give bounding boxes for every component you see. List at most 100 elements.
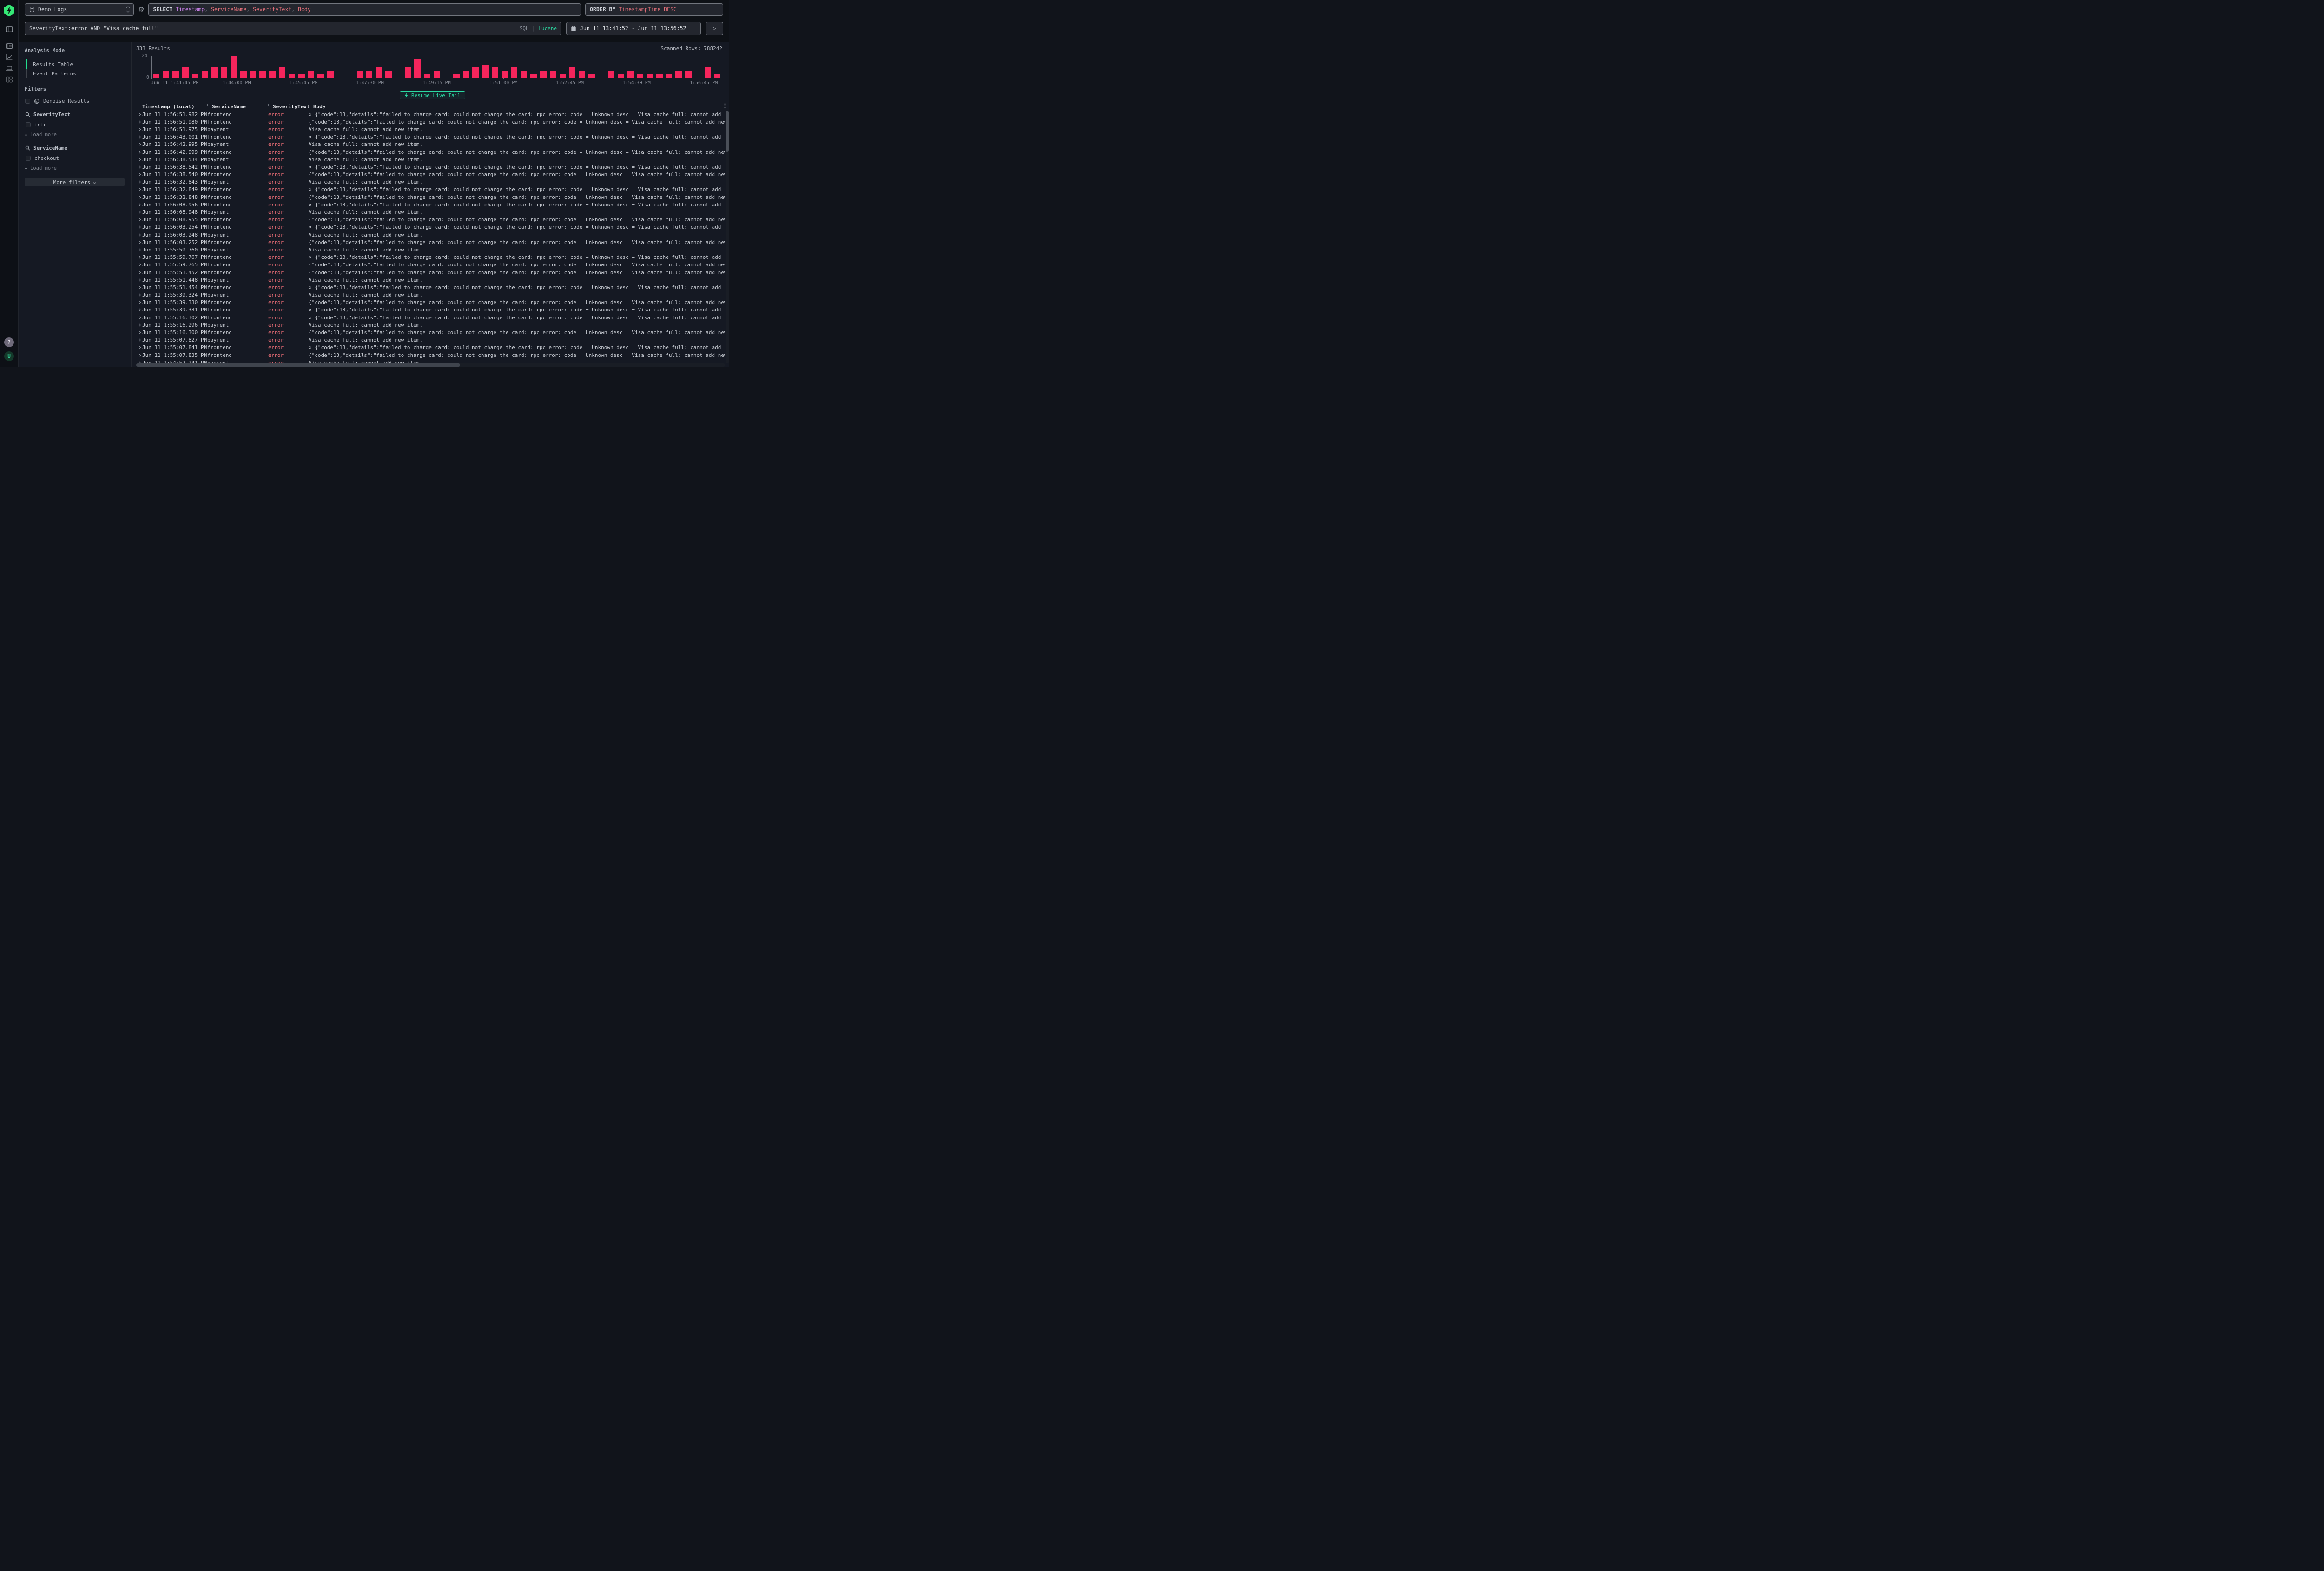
histogram-bar[interactable] — [579, 71, 585, 78]
row-expand-chevron-icon[interactable] — [138, 338, 141, 342]
row-expand-chevron-icon[interactable] — [138, 263, 141, 266]
tab-results-table[interactable]: Results Table — [26, 59, 125, 69]
table-row[interactable]: Jun 11 1:55:59.765 PMfrontenderror{"code… — [136, 261, 725, 269]
table-row[interactable]: Jun 11 1:55:07.835 PMfrontenderror{"code… — [136, 351, 725, 359]
histogram-bar[interactable] — [366, 71, 372, 78]
vertical-scrollbar-thumb[interactable] — [726, 111, 729, 152]
histogram-bar[interactable] — [618, 74, 624, 78]
row-expand-chevron-icon[interactable] — [138, 211, 141, 214]
histogram-bar[interactable] — [327, 71, 334, 78]
histogram-bar[interactable] — [637, 74, 643, 78]
histogram-bar[interactable] — [705, 67, 711, 78]
histogram-bar[interactable] — [502, 71, 508, 78]
column-header-severitytext[interactable]: SeverityText — [268, 103, 309, 110]
table-row[interactable]: Jun 11 1:55:59.760 PMpaymenterrorVisa ca… — [136, 246, 725, 253]
table-row[interactable]: Jun 11 1:56:32.848 PMfrontenderror{"code… — [136, 193, 725, 201]
row-expand-chevron-icon[interactable] — [138, 248, 141, 251]
column-header-servicename[interactable]: ServiceName — [207, 103, 268, 110]
histogram-bar[interactable] — [424, 74, 430, 78]
source-selector[interactable]: Demo Logs — [25, 3, 134, 16]
gear-icon[interactable]: ⚙ — [138, 6, 144, 13]
histogram-bar[interactable] — [647, 74, 653, 78]
table-row[interactable]: Jun 11 1:56:43.001 PMfrontenderror× {"co… — [136, 133, 725, 141]
table-row[interactable]: Jun 11 1:56:38.534 PMpaymenterrorVisa ca… — [136, 156, 725, 163]
histogram-bar[interactable] — [163, 71, 169, 78]
run-query-button[interactable]: ▷ — [706, 22, 723, 35]
table-row[interactable]: Jun 11 1:56:42.995 PMpaymenterrorVisa ca… — [136, 141, 725, 148]
histogram-bar[interactable] — [550, 71, 556, 78]
user-avatar[interactable]: U — [4, 351, 14, 361]
table-row[interactable]: Jun 11 1:56:08.955 PMfrontenderror{"code… — [136, 216, 725, 224]
load-more-severitytext[interactable]: Load more — [25, 132, 125, 138]
table-options-icon[interactable]: ⋮ — [722, 103, 727, 109]
resume-live-tail-button[interactable]: Resume Live Tail — [400, 91, 465, 99]
histogram-bar[interactable] — [317, 74, 324, 78]
table-row[interactable]: Jun 11 1:56:38.542 PMfrontenderror× {"co… — [136, 163, 725, 171]
histogram-bar[interactable] — [259, 71, 266, 78]
row-expand-chevron-icon[interactable] — [138, 135, 141, 139]
histogram-bar[interactable] — [405, 67, 411, 78]
load-more-servicename[interactable]: Load more — [25, 165, 125, 171]
histogram-bar[interactable] — [279, 67, 285, 78]
table-row[interactable]: Jun 11 1:55:39.324 PMpaymenterrorVisa ca… — [136, 291, 725, 299]
column-resize-handle[interactable] — [268, 104, 269, 109]
histogram-bar[interactable] — [298, 74, 305, 78]
histogram-bar[interactable] — [492, 67, 498, 78]
table-row[interactable]: Jun 11 1:56:08.948 PMpaymenterrorVisa ca… — [136, 208, 725, 216]
table-row[interactable]: Jun 11 1:55:16.300 PMfrontenderror{"code… — [136, 329, 725, 336]
table-row[interactable]: Jun 11 1:55:07.827 PMpaymenterrorVisa ca… — [136, 337, 725, 344]
row-expand-chevron-icon[interactable] — [138, 180, 141, 184]
row-expand-chevron-icon[interactable] — [138, 150, 141, 153]
histogram-bar[interactable] — [202, 71, 208, 78]
row-expand-chevron-icon[interactable] — [138, 143, 141, 146]
denoise-checkbox[interactable] — [25, 99, 30, 104]
histogram-bar[interactable] — [675, 71, 682, 78]
language-option-lucene[interactable]: Lucene — [538, 26, 557, 32]
search-logs-icon[interactable] — [5, 41, 13, 50]
tab-event-patterns[interactable]: Event Patterns — [26, 69, 125, 78]
histogram-bar[interactable] — [511, 67, 518, 78]
table-row[interactable]: Jun 11 1:55:51.452 PMfrontenderror{"code… — [136, 269, 725, 276]
histogram-bar[interactable] — [269, 71, 276, 78]
histogram-bar[interactable] — [540, 71, 547, 78]
histogram-bar[interactable] — [608, 71, 614, 78]
toggle-sidebar-icon[interactable] — [5, 25, 13, 33]
row-expand-chevron-icon[interactable] — [138, 120, 141, 124]
table-row[interactable]: Jun 11 1:56:03.252 PMfrontenderror{"code… — [136, 238, 725, 246]
histogram-bar[interactable] — [656, 74, 663, 78]
histogram-bar[interactable] — [211, 67, 218, 78]
histogram-bar[interactable] — [385, 71, 392, 78]
row-expand-chevron-icon[interactable] — [138, 165, 141, 169]
table-row[interactable]: Jun 11 1:56:42.999 PMfrontenderror{"code… — [136, 148, 725, 156]
table-row[interactable]: Jun 11 1:56:32.849 PMfrontenderror× {"co… — [136, 186, 725, 193]
row-expand-chevron-icon[interactable] — [138, 271, 141, 274]
histogram-bar[interactable] — [182, 67, 189, 78]
row-expand-chevron-icon[interactable] — [138, 308, 141, 311]
dashboards-icon[interactable] — [5, 75, 13, 84]
row-expand-chevron-icon[interactable] — [138, 331, 141, 334]
row-expand-chevron-icon[interactable] — [138, 128, 141, 131]
vertical-scrollbar[interactable] — [726, 111, 729, 363]
histogram-bar[interactable] — [192, 74, 198, 78]
histogram-bar[interactable] — [250, 71, 257, 78]
help-button[interactable]: ? — [4, 337, 14, 347]
histogram-bar[interactable] — [521, 71, 527, 78]
column-header-body[interactable]: Body — [309, 103, 721, 110]
horizontal-scrollbar[interactable] — [136, 363, 725, 367]
row-expand-chevron-icon[interactable] — [138, 241, 141, 244]
more-filters-button[interactable]: More filters — [25, 178, 125, 186]
row-expand-chevron-icon[interactable] — [138, 225, 141, 229]
table-row[interactable]: Jun 11 1:56:03.254 PMfrontenderror× {"co… — [136, 224, 725, 231]
histogram-bar[interactable] — [414, 59, 421, 78]
histogram-bar[interactable] — [434, 71, 440, 78]
row-expand-chevron-icon[interactable] — [138, 173, 141, 176]
row-expand-chevron-icon[interactable] — [138, 323, 141, 327]
histogram-bar[interactable] — [627, 71, 634, 78]
search-input[interactable]: SeverityText:error AND "Visa cache full"… — [25, 22, 561, 35]
column-header-timestamp[interactable]: Timestamp (Local) — [142, 103, 207, 110]
histogram-bar[interactable] — [376, 67, 382, 78]
row-expand-chevron-icon[interactable] — [138, 293, 141, 297]
table-row[interactable]: Jun 11 1:55:39.330 PMfrontenderror{"code… — [136, 299, 725, 306]
row-expand-chevron-icon[interactable] — [138, 158, 141, 161]
histogram-bar[interactable] — [240, 71, 247, 78]
